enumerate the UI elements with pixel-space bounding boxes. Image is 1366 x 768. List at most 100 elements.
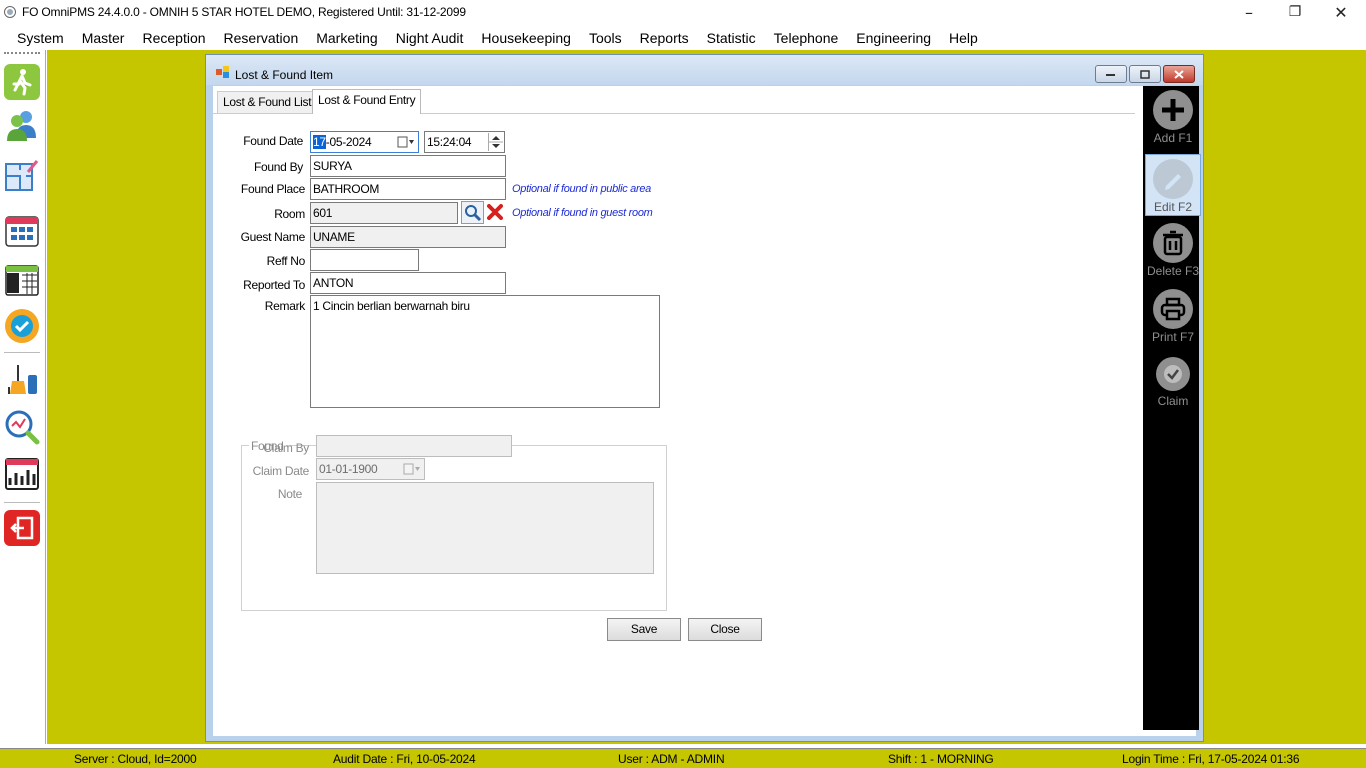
found-time-value: 15:24:04 — [427, 135, 472, 149]
menu-help[interactable]: Help — [940, 27, 987, 49]
add-icon — [1153, 90, 1193, 130]
room-hint: Optional if found in guest room — [512, 207, 653, 219]
floor-plan-icon[interactable] — [4, 158, 40, 194]
note-textarea[interactable] — [316, 482, 654, 574]
found-place-hint: Optional if found in public area — [512, 183, 651, 195]
claim-by-field[interactable] — [316, 435, 512, 457]
statistics-chart-icon[interactable] — [4, 456, 40, 492]
note-label: Note — [277, 487, 302, 501]
claim-check-icon — [1156, 357, 1190, 391]
add-action[interactable]: Add F1 — [1145, 86, 1201, 148]
found-by-label: Found By — [254, 160, 303, 174]
housekeeping-icon[interactable] — [4, 361, 40, 397]
minimize-button[interactable]: – — [1226, 0, 1272, 24]
child-body: Lost & Found List Lost & Found Entry Fou… — [213, 86, 1201, 736]
menu-reports[interactable]: Reports — [631, 27, 698, 49]
edit-action-label: Edit F2 — [1153, 200, 1192, 214]
claim-by-label: Claim By — [263, 441, 309, 455]
found-date-label: Found Date — [243, 134, 303, 148]
printer-icon — [1153, 289, 1193, 329]
child-title-bar: Lost & Found Item — [206, 55, 1203, 85]
guest-name-label: Guest Name — [240, 230, 306, 244]
status-user: User : ADM - ADMIN — [618, 752, 725, 766]
trash-icon — [1153, 223, 1193, 263]
print-action-label: Print F7 — [1151, 330, 1194, 344]
status-server: Server : Cloud, Id=2000 — [74, 752, 197, 766]
left-toolbar — [0, 50, 46, 744]
print-action[interactable]: Print F7 — [1145, 285, 1201, 347]
status-bar: Server : Cloud, Id=2000 Audit Date : Fri… — [0, 748, 1366, 768]
window-title: FO OmniPMS 24.4.0.0 - OMNIH 5 STAR HOTEL… — [22, 5, 466, 19]
menu-reservation[interactable]: Reservation — [215, 27, 308, 49]
reported-to-label: Reported To — [243, 278, 305, 292]
found-by-field[interactable]: SURYA — [310, 155, 506, 177]
child-close-button[interactable] — [1163, 65, 1195, 83]
remark-label: Remark — [264, 299, 306, 313]
calendar-dropdown-icon[interactable] — [396, 134, 416, 150]
child-window-title: Lost & Found Item — [235, 68, 334, 82]
calendar-2023-icon[interactable] — [4, 261, 40, 297]
menu-engineering[interactable]: Engineering — [847, 27, 940, 49]
reff-no-label: Reff No — [266, 254, 306, 268]
child-restore-button[interactable] — [1129, 65, 1161, 83]
found-date-selected-part: 17 — [313, 135, 326, 149]
exit-icon[interactable] — [4, 510, 40, 546]
found-place-field[interactable]: BATHROOM — [310, 178, 506, 200]
room-field[interactable]: 601 — [310, 202, 458, 224]
edit-action[interactable]: Edit F2 — [1145, 154, 1201, 216]
claim-date-label: Claim Date — [252, 464, 310, 478]
time-spinner[interactable] — [488, 133, 503, 151]
room-search-icon[interactable] — [461, 201, 484, 224]
add-action-label: Add F1 — [1153, 131, 1193, 145]
status-login-time: Login Time : Fri, 17-05-2024 01:36 — [1122, 752, 1300, 766]
guest-name-field[interactable]: UNAME — [310, 226, 506, 248]
found-place-label: Found Place — [240, 182, 305, 196]
toolbar-separator — [4, 502, 40, 503]
tab-lost-found-entry[interactable]: Lost & Found Entry — [312, 89, 422, 114]
claim-date-value: 01-01-1900 — [319, 462, 378, 476]
delete-action-label: Delete F3 — [1146, 264, 1200, 278]
found-time-field[interactable]: 15:24:04 — [424, 131, 505, 153]
toolbar-grip — [4, 52, 40, 54]
menu-statistic[interactable]: Statistic — [698, 27, 765, 49]
maximize-button[interactable]: ❐ — [1272, 0, 1318, 24]
toolbar-separator — [4, 352, 40, 353]
room-clear-icon[interactable] — [486, 202, 504, 222]
room-calendar-icon[interactable] — [4, 212, 40, 248]
search-analytics-icon[interactable] — [4, 409, 40, 445]
edit-icon — [1153, 159, 1193, 199]
close-button[interactable]: ✕ — [1318, 0, 1364, 24]
menu-night-audit[interactable]: Night Audit — [387, 27, 473, 49]
room-label: Room — [274, 207, 305, 221]
tab-lost-found-list[interactable]: Lost & Found List — [217, 91, 318, 113]
claim-action[interactable]: Claim — [1145, 351, 1201, 413]
menu-marketing[interactable]: Marketing — [307, 27, 386, 49]
app-icon — [4, 6, 16, 18]
reff-no-field[interactable] — [310, 249, 419, 271]
found-date-rest: -05-2024 — [325, 135, 372, 149]
walk-in-icon[interactable] — [4, 64, 40, 100]
remark-textarea[interactable]: 1 Cincin berlian berwarnah biru — [310, 295, 660, 408]
found-date-picker[interactable]: 17-05-2024 — [310, 131, 419, 153]
action-panel: Add F1 Edit F2 Delete F3 Print F7 Claim — [1143, 86, 1201, 730]
menu-reception[interactable]: Reception — [133, 27, 214, 49]
menu-housekeeping[interactable]: Housekeeping — [472, 27, 580, 49]
claim-action-label: Claim — [1157, 394, 1189, 408]
claim-date-picker[interactable]: 01-01-1900 — [316, 458, 425, 480]
delete-action[interactable]: Delete F3 — [1145, 219, 1201, 281]
claim-calendar-dropdown-icon[interactable] — [402, 461, 422, 477]
child-minimize-button[interactable] — [1095, 65, 1127, 83]
lost-found-window: Lost & Found Item Lost & Found List Lost… — [205, 54, 1204, 742]
window-icon — [216, 66, 229, 78]
guarantee-badge-icon[interactable] — [4, 308, 40, 344]
status-shift: Shift : 1 - MORNING — [888, 752, 994, 766]
reported-to-field[interactable]: ANTON — [310, 272, 506, 294]
guests-icon[interactable] — [4, 108, 40, 144]
save-button[interactable]: Save — [607, 618, 681, 641]
title-bar: FO OmniPMS 24.4.0.0 - OMNIH 5 STAR HOTEL… — [0, 0, 1366, 24]
menu-telephone[interactable]: Telephone — [765, 27, 848, 49]
close-form-button[interactable]: Close — [688, 618, 762, 641]
menu-master[interactable]: Master — [73, 27, 134, 49]
menu-tools[interactable]: Tools — [580, 27, 631, 49]
menu-system[interactable]: System — [8, 27, 73, 49]
